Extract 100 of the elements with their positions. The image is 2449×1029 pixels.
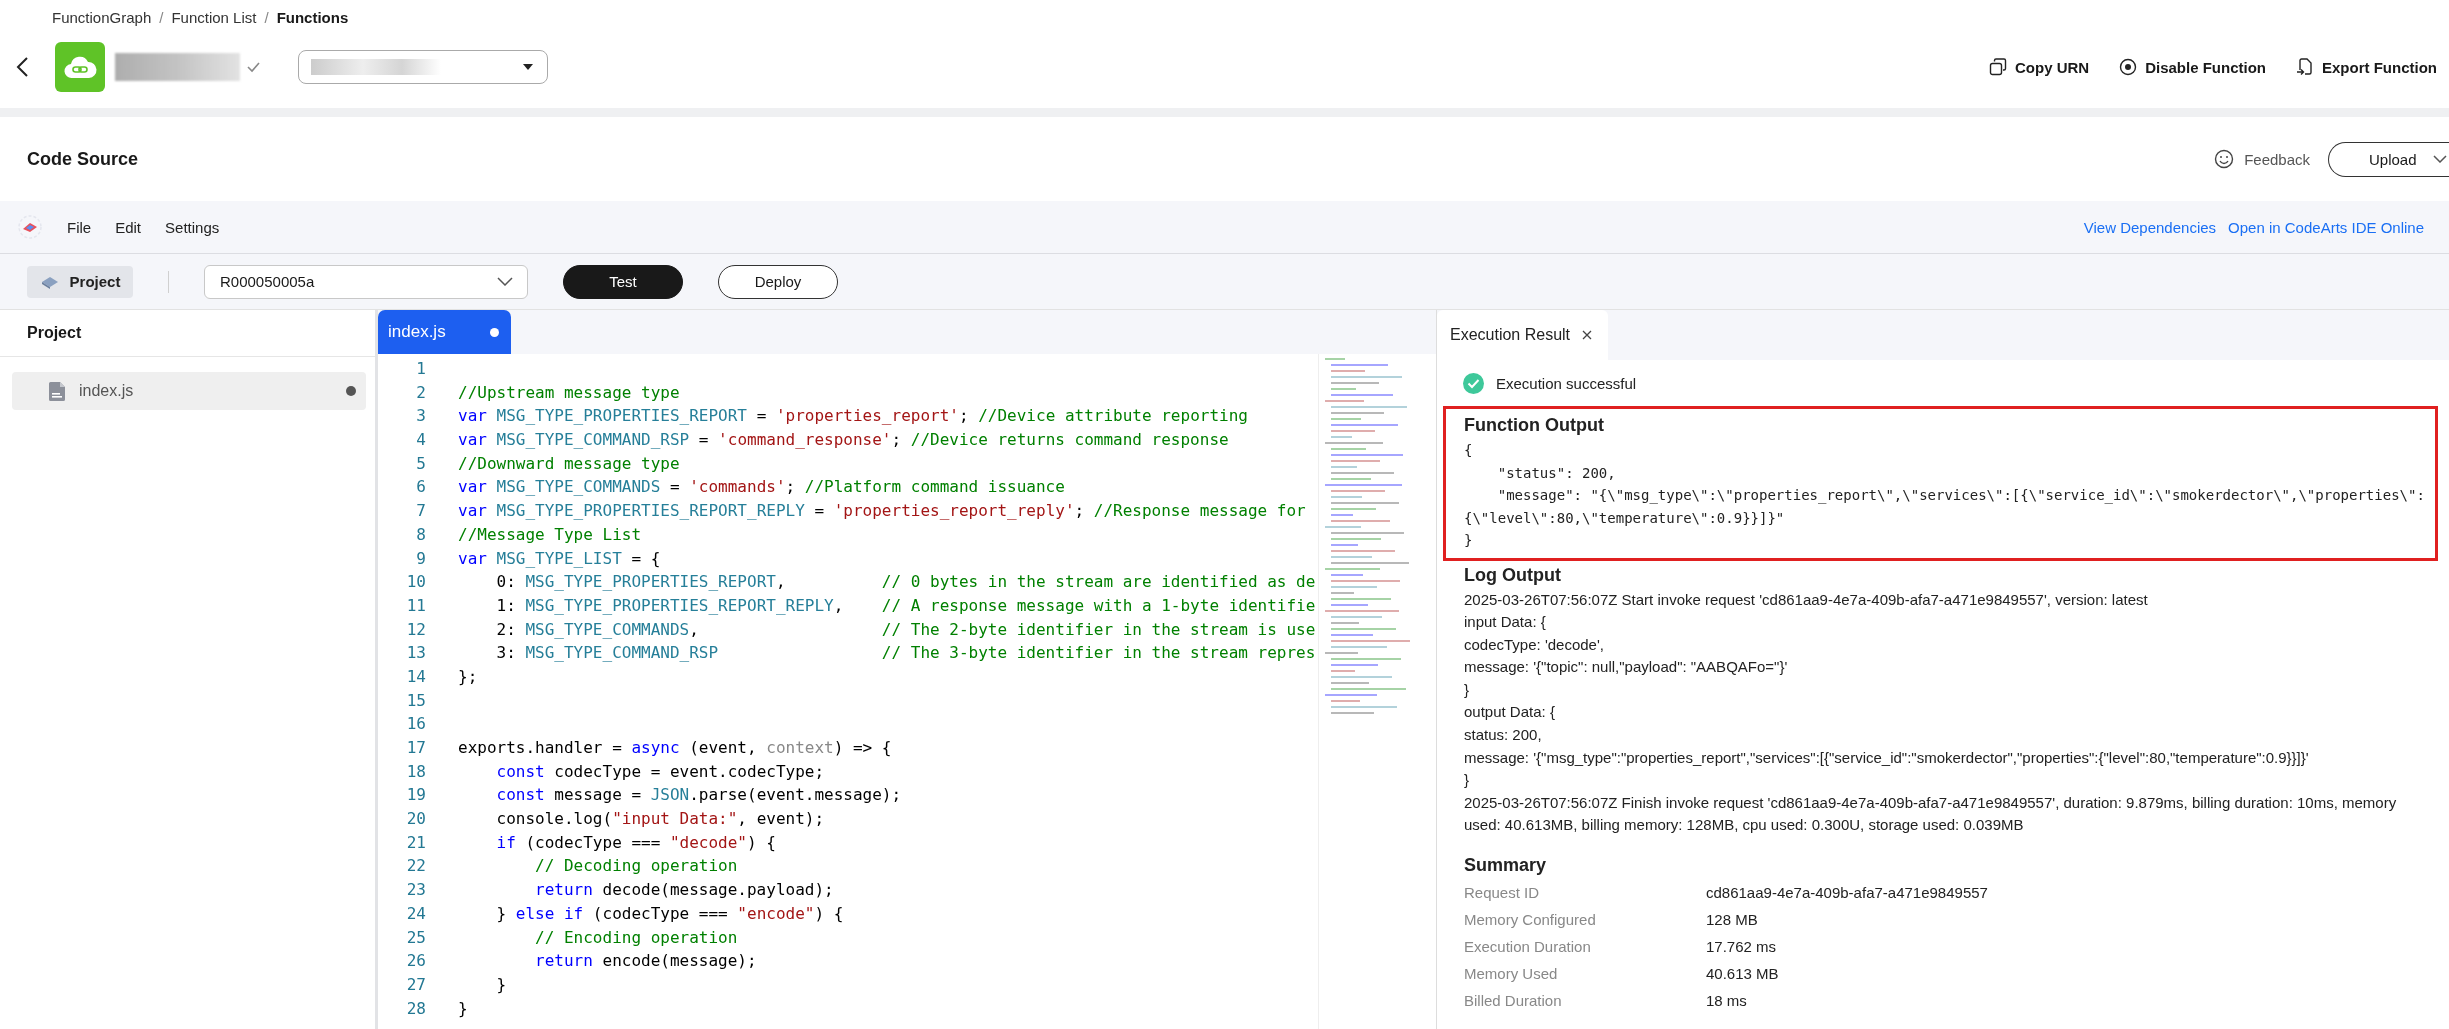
test-button[interactable]: Test: [563, 264, 683, 299]
project-button[interactable]: Project: [27, 265, 133, 298]
line-number: 22: [405, 855, 426, 878]
line-number: 15: [405, 689, 426, 712]
line-number: 27: [405, 973, 426, 996]
log-line: output Data: {: [1464, 702, 1556, 723]
link[interactable]: Open in CodeArts IDE Online: [2228, 218, 2424, 236]
line-number: 19: [405, 784, 426, 807]
line-number: 6: [415, 476, 426, 499]
code-line: const codecType = event.codecType;: [495, 760, 825, 783]
summary-value: 40.613 MB: [1706, 965, 1779, 983]
trigger-select[interactable]: R000050005a: [204, 264, 528, 299]
code-line: 3: MSG_TYPE_COMMAND_RSP // The 3-byte identifier in the stream repres: [495, 642, 1316, 665]
log-line: }: [1464, 679, 1470, 700]
line-number: 13: [405, 642, 426, 665]
line-number: 28: [405, 997, 426, 1020]
log-line: status: 200,: [1464, 725, 1543, 746]
code-line: // Encoding operation: [534, 926, 738, 949]
chevron-down-icon: [2432, 155, 2447, 163]
copy-icon: [1989, 58, 2007, 76]
output-line: {\"level\":80,\"temperature\":0.9}}]}": [1464, 508, 1786, 528]
log-line: codecType: 'decode',: [1464, 634, 1605, 655]
check-icon: [246, 61, 260, 73]
header-action-button[interactable]: Disable Function: [2119, 58, 2266, 76]
check-circle-icon: [1463, 372, 1484, 394]
line-number: 23: [405, 879, 426, 902]
summary-label: Request ID: [1464, 884, 1541, 902]
line-number: 26: [405, 950, 426, 973]
section-title: Summary: [1464, 854, 1548, 878]
breadcrumb-separator: /: [159, 8, 164, 26]
code-line: exports.handler = async (event, context) => {: [458, 737, 892, 759]
summary-label: Memory Used: [1464, 965, 1559, 983]
link[interactable]: View Dependencies: [2083, 218, 2217, 236]
output-line: "message": "{\"msg_type\":\"properties_report\",\"services\":[{\"service_id\":\"smokerdector\",\"properties\":: [1496, 486, 2426, 506]
breadcrumb-current: Functions: [276, 8, 349, 26]
menu-item[interactable]: File: [67, 218, 92, 236]
feedback-button[interactable]: Feedback: [2214, 149, 2310, 169]
summary-label: Billed Duration: [1464, 992, 1563, 1010]
summary-value: cd861aa9-4e7a-409b-afa7-a471e9849557: [1706, 884, 1988, 902]
code-line: var MSG_TYPE_PROPERTIES_REPORT_REPLY = 'properties_report_reply'; //Response message for: [458, 500, 1306, 523]
output-line: {: [1464, 441, 1474, 460]
cube-icon: [39, 274, 60, 289]
menu-item[interactable]: Edit: [115, 218, 142, 236]
section-title: Log Output: [1464, 563, 1562, 587]
line-number: 7: [415, 500, 426, 523]
breadcrumb-link[interactable]: Function List: [171, 8, 257, 26]
line-number: 24: [405, 902, 426, 925]
code-line: //Upstream message type: [458, 381, 680, 404]
file-icon: [49, 381, 65, 401]
line-number: 4: [415, 429, 426, 452]
line-number: 2: [415, 381, 426, 404]
deploy-button[interactable]: Deploy: [718, 264, 838, 299]
log-line: 2025-03-26T07:56:07Z Finish invoke request 'cd861aa9-4e7a-409b-afa7-a471e9849557', duration: 9.879ms, billing duration: 10ms, memory used: 40.613MB, billing memory: 128MB, cpu used: 0.300U, storage used: 0.039MB: [1464, 792, 2398, 836]
code-line: console.log("input Data:", event);: [495, 808, 825, 831]
line-number: 10: [405, 571, 426, 594]
smiley-icon: [2214, 149, 2235, 169]
line-number: 9: [415, 547, 426, 570]
line-number: 21: [405, 831, 426, 854]
log-line: }: [1464, 770, 1470, 791]
file-name: index.js: [79, 382, 134, 400]
code-line: };: [458, 665, 478, 688]
line-number: 3: [415, 405, 426, 428]
stop-circle-icon: [2119, 58, 2138, 76]
summary-value: 17.762 ms: [1706, 938, 1777, 956]
log-line: input Data: {: [1464, 612, 1547, 633]
code-line: var MSG_TYPE_LIST = {: [458, 547, 661, 570]
select-value: R000050005a: [220, 273, 315, 290]
caret-icon: [523, 64, 533, 70]
close-icon[interactable]: [1582, 330, 1593, 340]
cloud-link-icon: [63, 54, 97, 80]
output-line: }: [1464, 531, 1474, 550]
line-number: 12: [405, 618, 426, 641]
line-number: 1: [415, 358, 426, 380]
log-line: message: '{"msg_type":"properties_report","services":[{"service_id":"smokerdector","properties":{"level":80,"temperature":0.9}}]}': [1464, 747, 2310, 768]
ide-logo-icon: [17, 214, 43, 240]
code-line: }: [495, 973, 507, 996]
status-message: Execution successful: [1496, 374, 1637, 392]
code-line: if (codecType === "decode") {: [495, 831, 776, 854]
header-action-button[interactable]: Copy URN: [1989, 58, 2090, 76]
upload-button[interactable]: Upload: [2328, 141, 2449, 177]
breadcrumb-link[interactable]: FunctionGraph: [52, 8, 152, 26]
code-line: }: [458, 997, 468, 1020]
chevron-down-icon: [497, 277, 513, 286]
menu-item[interactable]: Settings: [165, 218, 220, 236]
code-line: var MSG_TYPE_PROPERTIES_REPORT = 'properties_report'; //Device attribute reporting: [458, 405, 1248, 428]
header-action-button[interactable]: Export Function: [2296, 58, 2437, 76]
editor-tab[interactable]: index.js: [378, 310, 511, 354]
panel-title: Project: [0, 310, 375, 357]
summary-label: Memory Configured: [1464, 911, 1597, 929]
code-line: //Downward message type: [458, 452, 680, 475]
code-line: } else if (codecType === "encode") {: [495, 902, 844, 925]
result-tab[interactable]: Execution Result: [1437, 310, 1609, 360]
back-icon[interactable]: [16, 56, 30, 78]
code-line: 2: MSG_TYPE_COMMANDS, // The 2-byte identifier in the stream is use: [495, 618, 1316, 641]
code-line: // Decoding operation: [534, 855, 738, 878]
file-tree-item[interactable]: index.js: [12, 372, 366, 410]
breadcrumb-separator: /: [264, 8, 269, 26]
code-line: return encode(message);: [534, 950, 757, 973]
summary-value: 18 ms: [1706, 992, 1747, 1010]
line-number: 8: [415, 523, 426, 546]
